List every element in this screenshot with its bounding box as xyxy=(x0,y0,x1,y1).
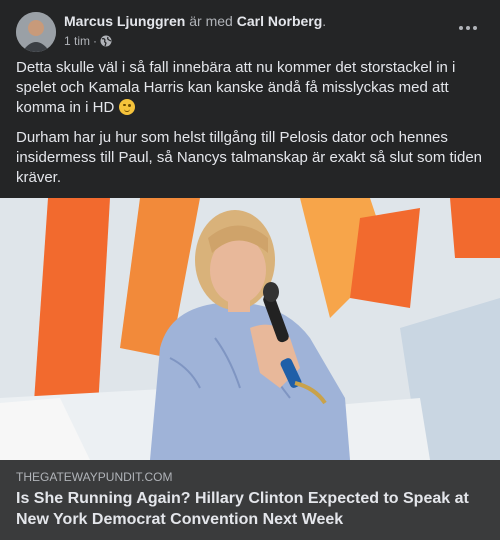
post-header: Marcus Ljunggren är med Carl Norberg. 1 … xyxy=(16,12,484,52)
link-domain: THEGATEWAYPUNDIT.COM xyxy=(16,470,173,484)
post-card: Marcus Ljunggren är med Carl Norberg. 1 … xyxy=(0,0,500,540)
author-name[interactable]: Marcus Ljunggren xyxy=(64,13,185,29)
post-meta: 1 tim · xyxy=(64,34,112,48)
post-paragraph-1: Detta skulle väl i så fall innebära att … xyxy=(16,59,456,116)
post-time[interactable]: 1 tim xyxy=(64,34,90,48)
link-preview-image[interactable] xyxy=(0,198,500,460)
tagged-name[interactable]: Carl Norberg xyxy=(237,13,323,29)
link-title[interactable]: Is She Running Again? Hillary Clinton Ex… xyxy=(16,488,476,530)
meta-separator: · xyxy=(93,34,98,48)
post-text: Detta skulle väl i så fall innebära att … xyxy=(16,58,484,198)
post-paragraph-2: Durham har ju hur som helst tillgång til… xyxy=(16,129,483,186)
link-preview[interactable]: THEGATEWAYPUNDIT.COM Is She Running Agai… xyxy=(0,460,500,540)
period: . xyxy=(322,13,327,29)
with-text: är med xyxy=(185,13,237,29)
post-author-line: Marcus Ljunggren är med Carl Norberg. xyxy=(64,13,326,29)
avatar[interactable] xyxy=(16,12,56,52)
globe-icon xyxy=(100,35,112,47)
winking-face-icon xyxy=(118,99,135,115)
more-options-icon[interactable] xyxy=(452,18,484,38)
